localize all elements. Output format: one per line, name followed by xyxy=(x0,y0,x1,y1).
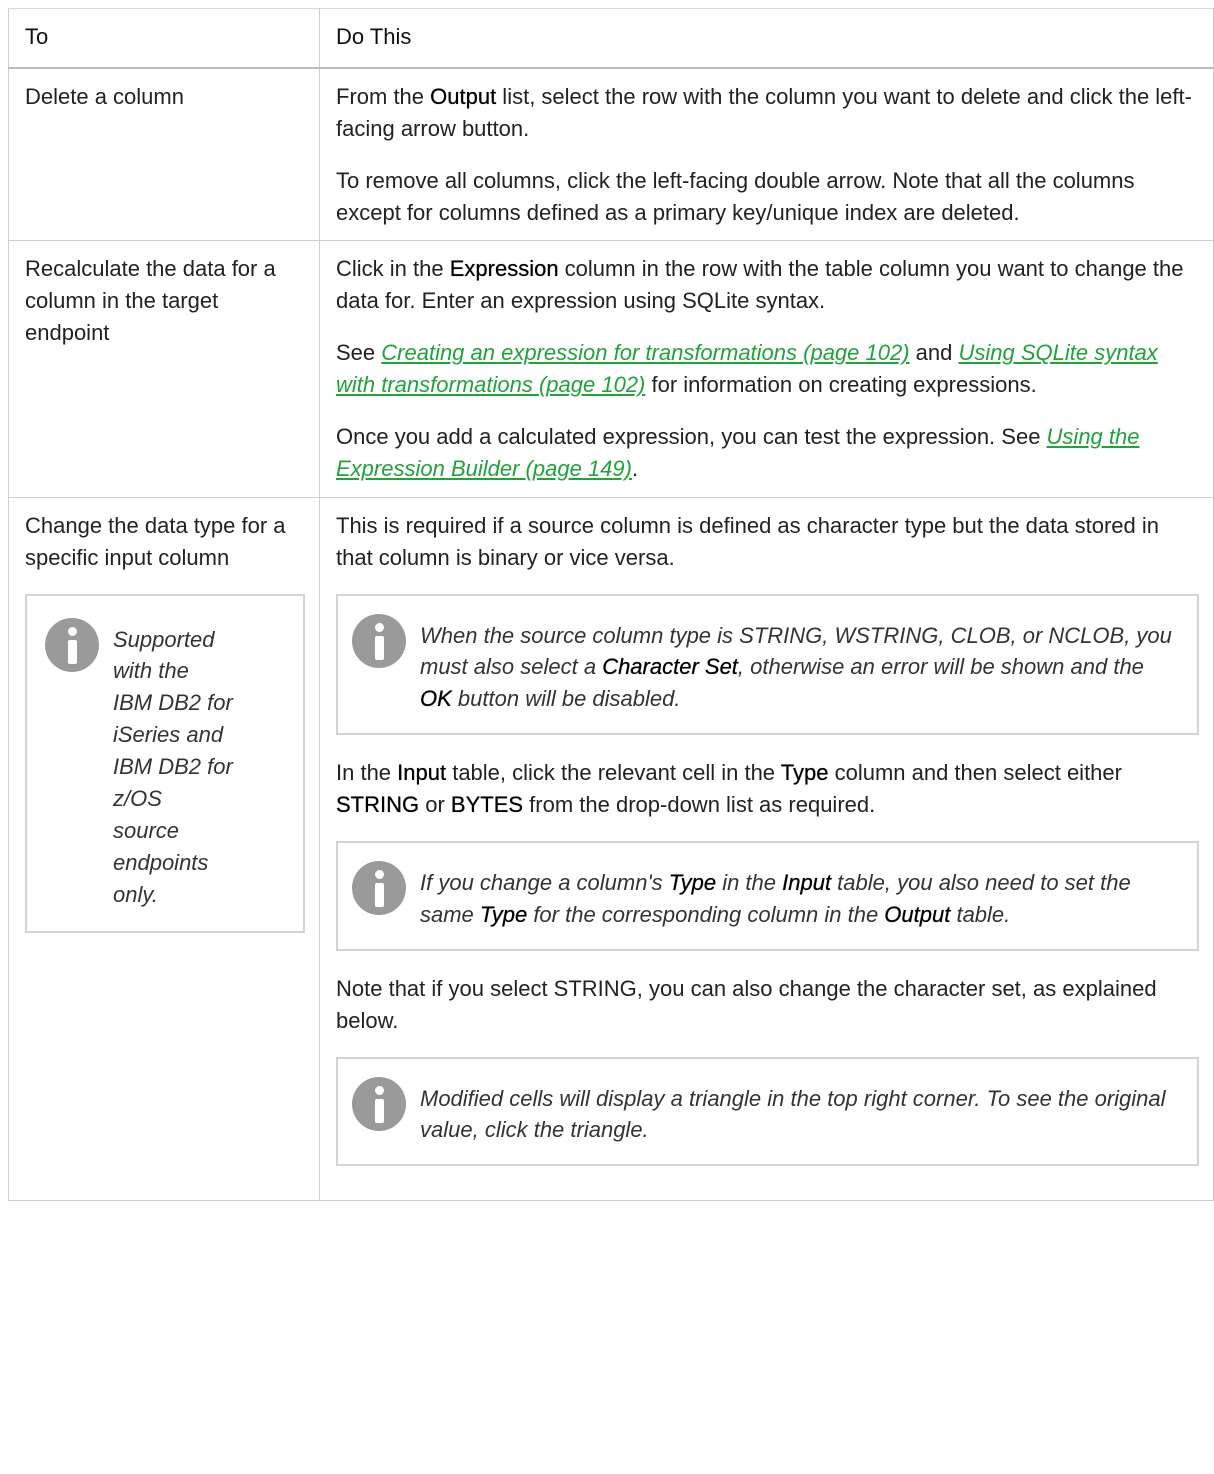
header-do-this: Do This xyxy=(319,7,1214,69)
text: In the xyxy=(336,760,398,786)
ui-term-character-set: Character Set xyxy=(602,654,738,680)
ui-term-expression: Expression xyxy=(449,256,559,282)
note-box: Supported with the IBM DB2 for iSeries a… xyxy=(25,593,305,933)
note-text: Modified cells will display a triangle i… xyxy=(420,1085,1166,1143)
row-instructions: From the Output list, select the row wit… xyxy=(319,67,1214,242)
row-action-text: Change the data type for a specific inpu… xyxy=(25,512,286,570)
paragraph: To remove all columns, click the left-fa… xyxy=(336,167,1135,225)
link-creating-expression[interactable]: Creating an expression for transformatio… xyxy=(381,340,909,365)
ui-term-input: Input xyxy=(782,870,832,896)
row-instructions: Click in the Expression column in the ro… xyxy=(319,240,1214,498)
note-box: If you change a column's Type in the Inp… xyxy=(336,841,1199,951)
paragraph: Note that if you select STRING, you can … xyxy=(336,975,1157,1033)
paragraph: From the Output list, select the row wit… xyxy=(336,81,1199,145)
ui-term-string: STRING xyxy=(336,792,420,818)
text: for information on creating expressions. xyxy=(645,372,1037,398)
note-box: Modified cells will display a triangle i… xyxy=(336,1056,1199,1167)
ui-term-type: Type xyxy=(479,901,528,927)
table-row: Delete a column From the Output list, se… xyxy=(8,67,1214,242)
text: table. xyxy=(950,901,1011,927)
note-text: Supported with the IBM DB2 for iSeries a… xyxy=(113,626,233,907)
ui-term-bytes: BYTES xyxy=(450,792,524,818)
note-text: When the source column type is STRING, W… xyxy=(420,614,1179,716)
row-action-change-data-type: Change the data type for a specific inpu… xyxy=(8,496,320,1202)
instructions-table: To Do This Delete a column From the Outp… xyxy=(8,7,1214,1202)
note-text: If you change a column's Type in the Inp… xyxy=(420,861,1179,931)
text: table, click the relevant cell in the xyxy=(446,760,781,786)
text: From the xyxy=(336,83,431,109)
text: Click in the xyxy=(336,256,450,282)
paragraph: Click in the Expression column in the ro… xyxy=(336,253,1199,317)
ui-term-output: Output xyxy=(884,901,951,927)
ui-term-type: Type xyxy=(668,870,717,896)
text: for the corresponding column in the xyxy=(527,901,885,927)
info-icon xyxy=(45,617,99,672)
text: If you change a column's xyxy=(420,870,669,896)
text: , otherwise an error will be shown and t… xyxy=(737,654,1144,680)
ui-term-type: Type xyxy=(780,760,829,786)
paragraph: Once you add a calculated expression, yo… xyxy=(336,421,1199,485)
paragraph: See Creating an expression for transform… xyxy=(336,337,1199,401)
row-action-recalculate: Recalculate the data for a column in the… xyxy=(8,240,320,498)
info-icon xyxy=(352,861,406,916)
text: and xyxy=(909,340,959,366)
info-icon xyxy=(352,1076,406,1131)
text: column and then select either xyxy=(828,760,1122,786)
row-action-delete-column: Delete a column xyxy=(8,67,320,242)
paragraph: In the Input table, click the relevant c… xyxy=(336,757,1199,821)
note-box: When the source column type is STRING, W… xyxy=(336,593,1199,736)
table-header-row: To Do This xyxy=(8,7,1214,69)
text: See xyxy=(336,340,382,366)
info-icon xyxy=(352,613,406,668)
row-instructions: This is required if a source column is d… xyxy=(319,496,1214,1202)
text: in the xyxy=(716,870,783,896)
ui-term-ok: OK xyxy=(420,686,452,712)
table-row: Recalculate the data for a column in the… xyxy=(8,240,1214,498)
text: Once you add a calculated expression, yo… xyxy=(336,424,1047,450)
text: . xyxy=(631,455,639,481)
ui-term-output: Output xyxy=(430,83,497,109)
table-row: Change the data type for a specific inpu… xyxy=(8,496,1214,1202)
text: button will be disabled. xyxy=(451,686,681,712)
paragraph: This is required if a source column is d… xyxy=(336,512,1159,570)
ui-term-input: Input xyxy=(397,760,447,786)
text: from the drop-down list as required. xyxy=(523,792,876,818)
text: or xyxy=(419,792,451,818)
header-to: To xyxy=(8,7,320,69)
